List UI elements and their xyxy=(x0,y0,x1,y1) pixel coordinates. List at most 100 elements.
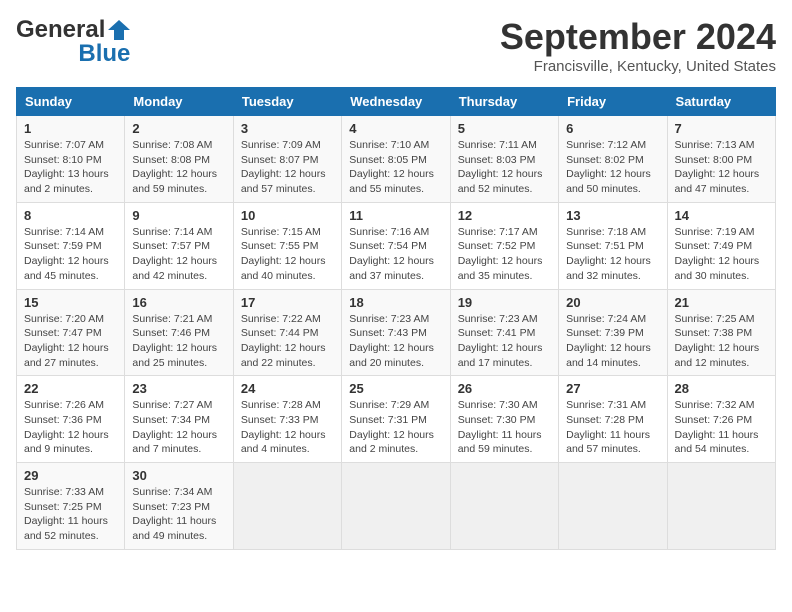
calendar-day-header: Saturday xyxy=(667,88,775,116)
calendar-week-row: 8Sunrise: 7:14 AM Sunset: 7:59 PM Daylig… xyxy=(17,202,776,289)
calendar-cell xyxy=(342,463,450,550)
calendar-week-row: 22Sunrise: 7:26 AM Sunset: 7:36 PM Dayli… xyxy=(17,376,776,463)
calendar-day-header: Wednesday xyxy=(342,88,450,116)
calendar-cell: 9Sunrise: 7:14 AM Sunset: 7:57 PM Daylig… xyxy=(125,202,233,289)
day-info: Sunrise: 7:07 AM Sunset: 8:10 PM Dayligh… xyxy=(24,138,117,197)
calendar-cell: 2 Sunrise: 7:08 AM Sunset: 8:08 PM Daylig… xyxy=(125,116,233,203)
day-number: 3 xyxy=(241,121,334,136)
calendar-week-row: 1Sunrise: 7:07 AM Sunset: 8:10 PM Daylig… xyxy=(17,116,776,203)
page-header: General Blue September 2024 Francisville… xyxy=(16,16,776,75)
day-number: 29 xyxy=(24,468,117,483)
day-info: Sunrise: 7:08 AM Sunset: 8:08 PM Dayligh… xyxy=(132,138,225,197)
calendar-cell: 16 Sunrise: 7:21 AM Sunset: 7:46 PM Dayli… xyxy=(125,289,233,376)
day-info: Sunrise: 7:17 AM Sunset: 7:52 PM Dayligh… xyxy=(458,225,551,284)
day-info: Sunrise: 7:26 AM Sunset: 7:36 PM Dayligh… xyxy=(24,398,117,457)
calendar-cell: 14 Sunrise: 7:19 AM Sunset: 7:49 PM Dayli… xyxy=(667,202,775,289)
calendar-cell: 27 Sunrise: 7:31 AM Sunset: 7:28 PM Dayli… xyxy=(559,376,667,463)
day-info: Sunrise: 7:11 AM Sunset: 8:03 PM Dayligh… xyxy=(458,138,551,197)
day-info: Sunrise: 7:13 AM Sunset: 8:00 PM Dayligh… xyxy=(675,138,768,197)
calendar-day-header: Monday xyxy=(125,88,233,116)
day-number: 16 xyxy=(132,295,225,310)
day-number: 25 xyxy=(349,381,442,396)
day-info: Sunrise: 7:12 AM Sunset: 8:02 PM Dayligh… xyxy=(566,138,659,197)
calendar-cell: 18 Sunrise: 7:23 AM Sunset: 7:43 PM Dayli… xyxy=(342,289,450,376)
day-number: 28 xyxy=(675,381,768,396)
day-number: 14 xyxy=(675,208,768,223)
day-info: Sunrise: 7:15 AM Sunset: 7:55 PM Dayligh… xyxy=(241,225,334,284)
calendar-table: SundayMondayTuesdayWednesdayThursdayFrid… xyxy=(16,87,776,550)
calendar-cell: 20Sunrise: 7:24 AM Sunset: 7:39 PM Dayli… xyxy=(559,289,667,376)
logo-arrow-icon xyxy=(108,20,130,40)
calendar-cell: 19 Sunrise: 7:23 AM Sunset: 7:41 PM Dayli… xyxy=(450,289,558,376)
calendar-cell: 17Sunrise: 7:22 AM Sunset: 7:44 PM Dayli… xyxy=(233,289,341,376)
day-number: 12 xyxy=(458,208,551,223)
day-number: 7 xyxy=(675,121,768,136)
day-number: 24 xyxy=(241,381,334,396)
day-number: 10 xyxy=(241,208,334,223)
day-info: Sunrise: 7:14 AM Sunset: 7:57 PM Dayligh… xyxy=(132,225,225,284)
calendar-cell: 6 Sunrise: 7:12 AM Sunset: 8:02 PM Daylig… xyxy=(559,116,667,203)
day-info: Sunrise: 7:10 AM Sunset: 8:05 PM Dayligh… xyxy=(349,138,442,197)
day-number: 2 xyxy=(132,121,225,136)
calendar-week-row: 15 Sunrise: 7:20 AM Sunset: 7:47 PM Dayli… xyxy=(17,289,776,376)
day-number: 18 xyxy=(349,295,442,310)
day-info: Sunrise: 7:09 AM Sunset: 8:07 PM Dayligh… xyxy=(241,138,334,197)
calendar-cell: 11 Sunrise: 7:16 AM Sunset: 7:54 PM Dayli… xyxy=(342,202,450,289)
logo: General Blue xyxy=(16,16,130,68)
day-number: 15 xyxy=(24,295,117,310)
calendar-cell: 24 Sunrise: 7:28 AM Sunset: 7:33 PM Dayli… xyxy=(233,376,341,463)
calendar-day-header: Thursday xyxy=(450,88,558,116)
day-number: 19 xyxy=(458,295,551,310)
calendar-cell: 8Sunrise: 7:14 AM Sunset: 7:59 PM Daylig… xyxy=(17,202,125,289)
day-info: Sunrise: 7:28 AM Sunset: 7:33 PM Dayligh… xyxy=(241,398,334,457)
day-info: Sunrise: 7:16 AM Sunset: 7:54 PM Dayligh… xyxy=(349,225,442,284)
day-info: Sunrise: 7:34 AM Sunset: 7:23 PM Dayligh… xyxy=(132,485,225,544)
day-info: Sunrise: 7:19 AM Sunset: 7:49 PM Dayligh… xyxy=(675,225,768,284)
calendar-header-row: SundayMondayTuesdayWednesdayThursdayFrid… xyxy=(17,88,776,116)
day-number: 5 xyxy=(458,121,551,136)
month-title: September 2024 xyxy=(500,16,776,58)
day-number: 4 xyxy=(349,121,442,136)
calendar-cell: 23 Sunrise: 7:27 AM Sunset: 7:34 PM Dayli… xyxy=(125,376,233,463)
day-info: Sunrise: 7:22 AM Sunset: 7:44 PM Dayligh… xyxy=(241,312,334,371)
day-info: Sunrise: 7:21 AM Sunset: 7:46 PM Dayligh… xyxy=(132,312,225,371)
day-info: Sunrise: 7:27 AM Sunset: 7:34 PM Dayligh… xyxy=(132,398,225,457)
day-number: 23 xyxy=(132,381,225,396)
calendar-cell xyxy=(667,463,775,550)
location: Francisville, Kentucky, United States xyxy=(500,58,776,75)
day-number: 21 xyxy=(675,295,768,310)
day-info: Sunrise: 7:25 AM Sunset: 7:38 PM Dayligh… xyxy=(675,312,768,371)
calendar-cell: 4 Sunrise: 7:10 AM Sunset: 8:05 PM Daylig… xyxy=(342,116,450,203)
calendar-cell xyxy=(450,463,558,550)
day-info: Sunrise: 7:14 AM Sunset: 7:59 PM Dayligh… xyxy=(24,225,117,284)
calendar-cell: 21 Sunrise: 7:25 AM Sunset: 7:38 PM Dayli… xyxy=(667,289,775,376)
day-info: Sunrise: 7:31 AM Sunset: 7:28 PM Dayligh… xyxy=(566,398,659,457)
day-number: 6 xyxy=(566,121,659,136)
calendar-cell: 29 Sunrise: 7:33 AM Sunset: 7:25 PM Dayli… xyxy=(17,463,125,550)
day-info: Sunrise: 7:23 AM Sunset: 7:43 PM Dayligh… xyxy=(349,312,442,371)
logo-blue-text: Blue xyxy=(16,40,130,68)
calendar-cell: 13Sunrise: 7:18 AM Sunset: 7:51 PM Dayli… xyxy=(559,202,667,289)
calendar-cell: 28 Sunrise: 7:32 AM Sunset: 7:26 PM Dayli… xyxy=(667,376,775,463)
calendar-cell xyxy=(233,463,341,550)
day-info: Sunrise: 7:30 AM Sunset: 7:30 PM Dayligh… xyxy=(458,398,551,457)
day-number: 30 xyxy=(132,468,225,483)
day-info: Sunrise: 7:32 AM Sunset: 7:26 PM Dayligh… xyxy=(675,398,768,457)
calendar-week-row: 29 Sunrise: 7:33 AM Sunset: 7:25 PM Dayli… xyxy=(17,463,776,550)
day-number: 27 xyxy=(566,381,659,396)
day-number: 26 xyxy=(458,381,551,396)
day-info: Sunrise: 7:20 AM Sunset: 7:47 PM Dayligh… xyxy=(24,312,117,371)
day-info: Sunrise: 7:18 AM Sunset: 7:51 PM Dayligh… xyxy=(566,225,659,284)
calendar-cell: 15 Sunrise: 7:20 AM Sunset: 7:47 PM Dayli… xyxy=(17,289,125,376)
calendar-cell: 1Sunrise: 7:07 AM Sunset: 8:10 PM Daylig… xyxy=(17,116,125,203)
calendar-cell: 22Sunrise: 7:26 AM Sunset: 7:36 PM Dayli… xyxy=(17,376,125,463)
title-section: September 2024 Francisville, Kentucky, U… xyxy=(500,16,776,75)
calendar-cell: 25Sunrise: 7:29 AM Sunset: 7:31 PM Dayli… xyxy=(342,376,450,463)
calendar-day-header: Sunday xyxy=(17,88,125,116)
day-number: 11 xyxy=(349,208,442,223)
day-info: Sunrise: 7:33 AM Sunset: 7:25 PM Dayligh… xyxy=(24,485,117,544)
day-info: Sunrise: 7:23 AM Sunset: 7:41 PM Dayligh… xyxy=(458,312,551,371)
calendar-cell: 7 Sunrise: 7:13 AM Sunset: 8:00 PM Daylig… xyxy=(667,116,775,203)
calendar-cell xyxy=(559,463,667,550)
calendar-cell: 10 Sunrise: 7:15 AM Sunset: 7:55 PM Dayli… xyxy=(233,202,341,289)
